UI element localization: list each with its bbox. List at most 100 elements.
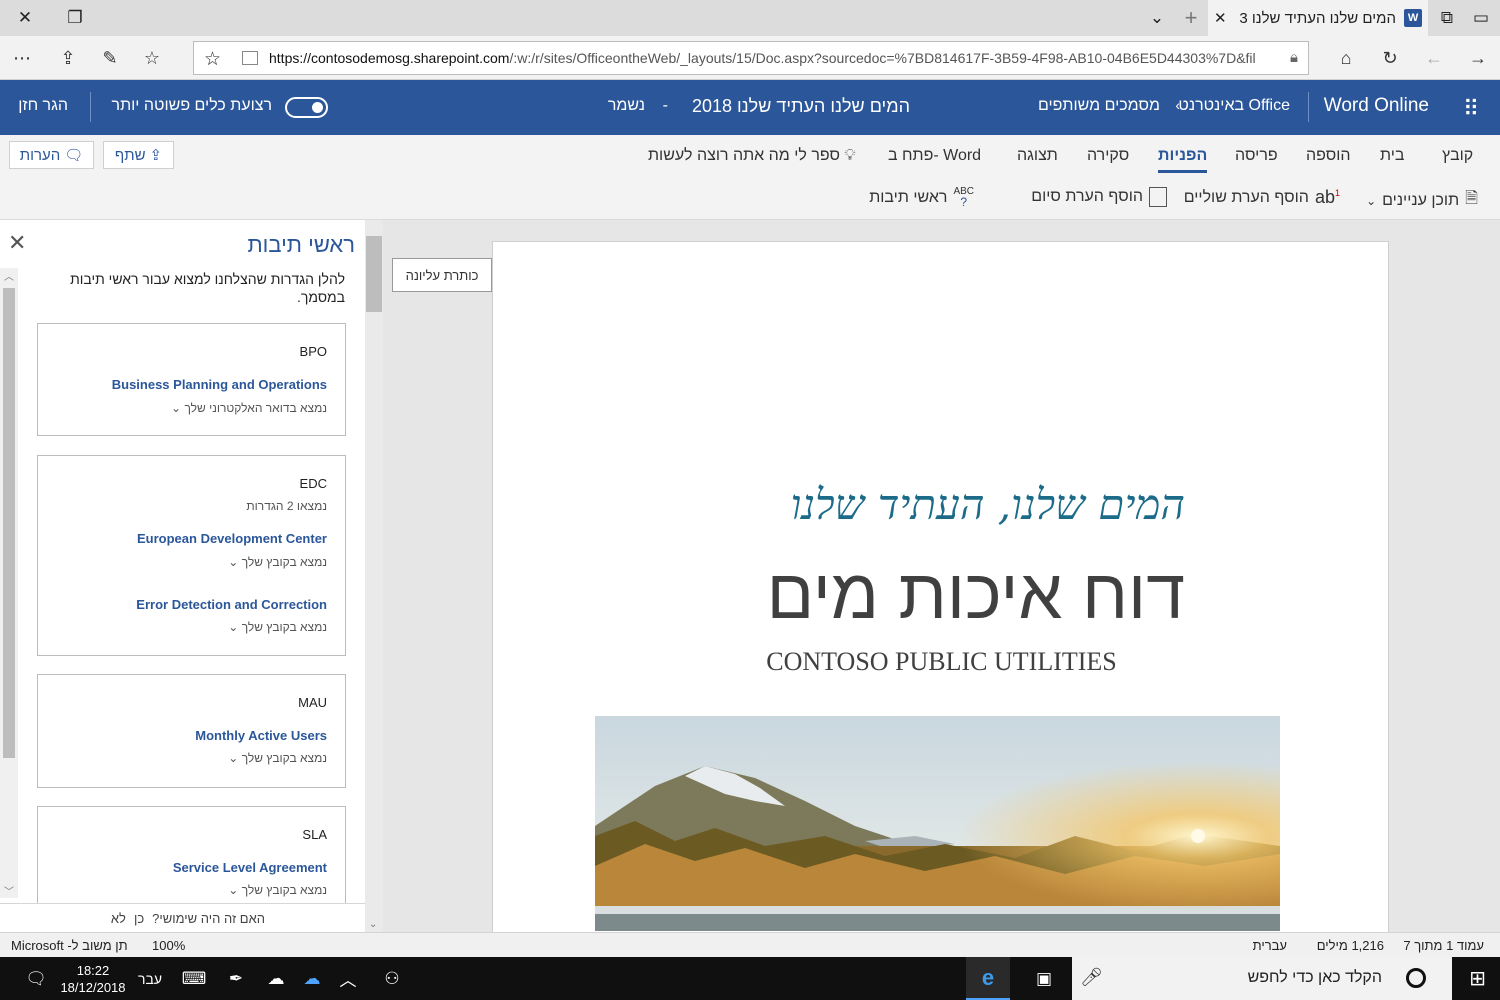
acronym-definition[interactable]: Service Level Agreement bbox=[173, 860, 327, 875]
definition-source[interactable]: נמצא בקובץ שלך ⌄ bbox=[228, 751, 327, 765]
tell-me-box[interactable]: 💡︎ ספר לי מה אתה רוצה לעשות bbox=[648, 147, 856, 165]
reading-view-icon[interactable] bbox=[242, 51, 258, 65]
acronym-abbr: MAU bbox=[298, 695, 327, 710]
app-launcher-icon[interactable]: ⠿ bbox=[1463, 96, 1479, 122]
acronym-card-edc[interactable]: EDC נמצאו 2 הגדרות European Development … bbox=[37, 455, 346, 656]
favorites-hub-icon[interactable]: ☆ bbox=[134, 43, 170, 73]
more-menu-icon[interactable]: ⋯ bbox=[4, 43, 40, 73]
acronym-abbr: BPO bbox=[299, 344, 327, 359]
toc-button[interactable]: 🗎︎ תוכן עניינים ⌄ bbox=[1366, 187, 1478, 214]
acronym-abbr: SLA bbox=[302, 827, 327, 842]
url-path: /:w:/r/sites/OfficeontheWeb/_layouts/15/… bbox=[509, 50, 1256, 66]
comments-button[interactable]: הערות 🗨︎ bbox=[9, 141, 94, 169]
breadcrumb-chevron-icon: › bbox=[1175, 97, 1180, 113]
document-subtitle[interactable]: המים שלנו, העתיד שלנו bbox=[791, 480, 1185, 530]
definition-source[interactable]: נמצא בקובץ שלך ⌄ bbox=[228, 620, 327, 634]
app-name[interactable]: Word Online bbox=[1324, 95, 1429, 117]
new-tab-icon[interactable]: + bbox=[1174, 0, 1208, 36]
tab-view[interactable]: תצוגה bbox=[1017, 147, 1058, 165]
tab-review[interactable]: סקירה bbox=[1087, 147, 1129, 165]
zoom-level[interactable]: 100% bbox=[152, 938, 185, 953]
doc-title[interactable]: המים שלנו העתיד שלנו 2018 bbox=[692, 96, 910, 117]
show-hidden-icons-icon[interactable]: ︿ bbox=[330, 957, 366, 1000]
language[interactable]: עברית bbox=[1253, 938, 1287, 953]
breadcrumb-root[interactable]: Office באינטרנט bbox=[1178, 97, 1290, 115]
tab-list-chevron-icon[interactable]: ⌄ bbox=[1140, 0, 1174, 36]
share-button[interactable]: שתף ⇪ bbox=[103, 141, 174, 169]
favorite-star-icon[interactable]: ☆ bbox=[204, 48, 221, 71]
people-icon[interactable]: ⚇ bbox=[374, 957, 410, 1000]
input-language[interactable]: עבר bbox=[132, 957, 168, 1000]
tabs-aside-icon[interactable]: ⧉ bbox=[1430, 0, 1464, 36]
definition-source[interactable]: נמצא בדואר האלקטרוני שלך ⌄ bbox=[171, 401, 327, 415]
pane-intro: להלן הגדרות שהצלחנו למצוא עבור ראשי תיבו… bbox=[70, 271, 345, 305]
acronym-card-bpo[interactable]: BPO Business Planning and Operations נמצ… bbox=[37, 323, 346, 436]
back-icon[interactable]: ← bbox=[1416, 43, 1452, 73]
close-pane-icon[interactable]: ✕ bbox=[8, 230, 26, 256]
windows-start-icon[interactable]: ⊞ bbox=[1455, 957, 1500, 1000]
refresh-icon[interactable]: ↻ bbox=[1372, 43, 1408, 73]
definition-count: נמצאו 2 הגדרות bbox=[246, 499, 327, 513]
tab-home[interactable]: בית bbox=[1380, 147, 1404, 165]
acronym-definition[interactable]: Monthly Active Users bbox=[195, 728, 327, 743]
restore-window-icon[interactable]: ❐ bbox=[50, 0, 100, 36]
onedrive-business-icon[interactable]: ☁︎ bbox=[294, 957, 330, 1000]
cover-photo[interactable] bbox=[595, 716, 1280, 931]
onedrive-icon[interactable]: ☁︎ bbox=[258, 957, 294, 1000]
scroll-down-icon[interactable]: ⌄ bbox=[369, 919, 377, 930]
taskbar-search[interactable]: 🎤︎ הקלד כאן כדי לחפש bbox=[1072, 957, 1452, 1000]
forward-icon[interactable]: → bbox=[1460, 43, 1496, 73]
document-scrollbar[interactable]: ⌄ bbox=[365, 220, 383, 932]
acronym-card-mau[interactable]: MAU Monthly Active Users נמצא בקובץ שלך … bbox=[37, 674, 346, 788]
tab-references[interactable]: הפניות bbox=[1158, 147, 1208, 173]
home-icon[interactable]: ⌂ bbox=[1328, 43, 1364, 73]
microphone-icon[interactable]: 🎤︎ bbox=[1080, 967, 1103, 988]
chevron-down-icon: ⌄ bbox=[228, 751, 239, 765]
scroll-up-icon[interactable]: ︿ bbox=[4, 268, 14, 283]
keyboard-icon[interactable]: ⌨︎ bbox=[176, 957, 212, 1000]
user-name[interactable]: הגר חזן bbox=[18, 97, 68, 115]
edge-browser-icon[interactable]: e bbox=[966, 957, 1010, 1000]
clock-time: 18:22 bbox=[76, 962, 110, 978]
notifications-icon[interactable]: 🗨︎ bbox=[16, 957, 56, 1000]
document-page[interactable]: המים שלנו, העתיד שלנו דוח איכות מים CONT… bbox=[492, 241, 1389, 941]
tab-open-in-word[interactable]: פתח ב- Word bbox=[888, 147, 981, 165]
feedback-no[interactable]: לא bbox=[111, 911, 126, 926]
acronyms-button[interactable]: ABC? ראשי תיבות bbox=[869, 187, 974, 209]
share-page-icon[interactable]: ⇪ bbox=[50, 43, 86, 73]
pane-scrollbar[interactable]: ︿ ﹀ bbox=[0, 268, 18, 898]
acronym-definition[interactable]: Business Planning and Operations bbox=[112, 377, 327, 392]
document-organization[interactable]: CONTOSO PUBLIC UTILITIES bbox=[493, 647, 1388, 677]
pane-scrollbar-thumb[interactable] bbox=[3, 288, 15, 758]
tab-layout[interactable]: פריסה bbox=[1235, 147, 1278, 165]
document-title[interactable]: דוח איכות מים bbox=[767, 554, 1185, 634]
add-endnote-button[interactable]: הוסף הערת סיום bbox=[1031, 187, 1167, 207]
close-tab-icon[interactable]: ✕ bbox=[1214, 9, 1227, 27]
pen-workspace-icon[interactable]: ✒︎ bbox=[218, 957, 254, 1000]
feedback-yes[interactable]: כן bbox=[134, 911, 144, 926]
tab-preview-icon[interactable]: ▭ bbox=[1464, 0, 1498, 36]
cortana-icon[interactable] bbox=[1406, 968, 1426, 988]
pen-notes-icon[interactable]: ✎ bbox=[92, 43, 128, 73]
comment-icon: 🗨︎ bbox=[64, 147, 84, 164]
scroll-down-icon[interactable]: ﹀ bbox=[4, 883, 14, 898]
tab-insert[interactable]: הוספה bbox=[1306, 147, 1351, 165]
url-field[interactable]: ☆ https://contosodemosg.sharepoint.com/:… bbox=[193, 41, 1309, 75]
acronym-definition[interactable]: Error Detection and Correction bbox=[136, 597, 327, 612]
definition-source[interactable]: נמצא בקובץ שלך ⌄ bbox=[228, 555, 327, 569]
add-footnote-button[interactable]: ab1 הוסף הערת שוליים bbox=[1184, 187, 1340, 208]
task-view-icon[interactable]: ▣ bbox=[1024, 957, 1064, 1000]
breadcrumb-folder[interactable]: מסמכים משותפים bbox=[1038, 97, 1160, 115]
search-placeholder: הקלד כאן כדי לחפש bbox=[1247, 969, 1382, 986]
header-label-tag[interactable]: כותרת עליונה bbox=[392, 258, 492, 292]
clock[interactable]: 18:22 18/12/2018 bbox=[58, 957, 128, 1000]
give-feedback[interactable]: תן משוב ל- Microsoft bbox=[11, 938, 128, 953]
close-window-icon[interactable]: ✕ bbox=[0, 0, 50, 36]
scrollbar-thumb[interactable] bbox=[366, 236, 382, 312]
browser-tab-active[interactable]: W המים שלנו העתיד שלנו 3 ✕ bbox=[1208, 0, 1428, 36]
acronym-definition[interactable]: European Development Center bbox=[137, 531, 327, 546]
definition-source[interactable]: נמצא בקובץ שלך ⌄ bbox=[228, 883, 327, 897]
tab-file[interactable]: קובץ bbox=[1442, 147, 1473, 165]
feedback-question: האם זה היה שימושי? bbox=[152, 910, 265, 926]
simplified-ribbon-toggle[interactable] bbox=[285, 97, 328, 118]
